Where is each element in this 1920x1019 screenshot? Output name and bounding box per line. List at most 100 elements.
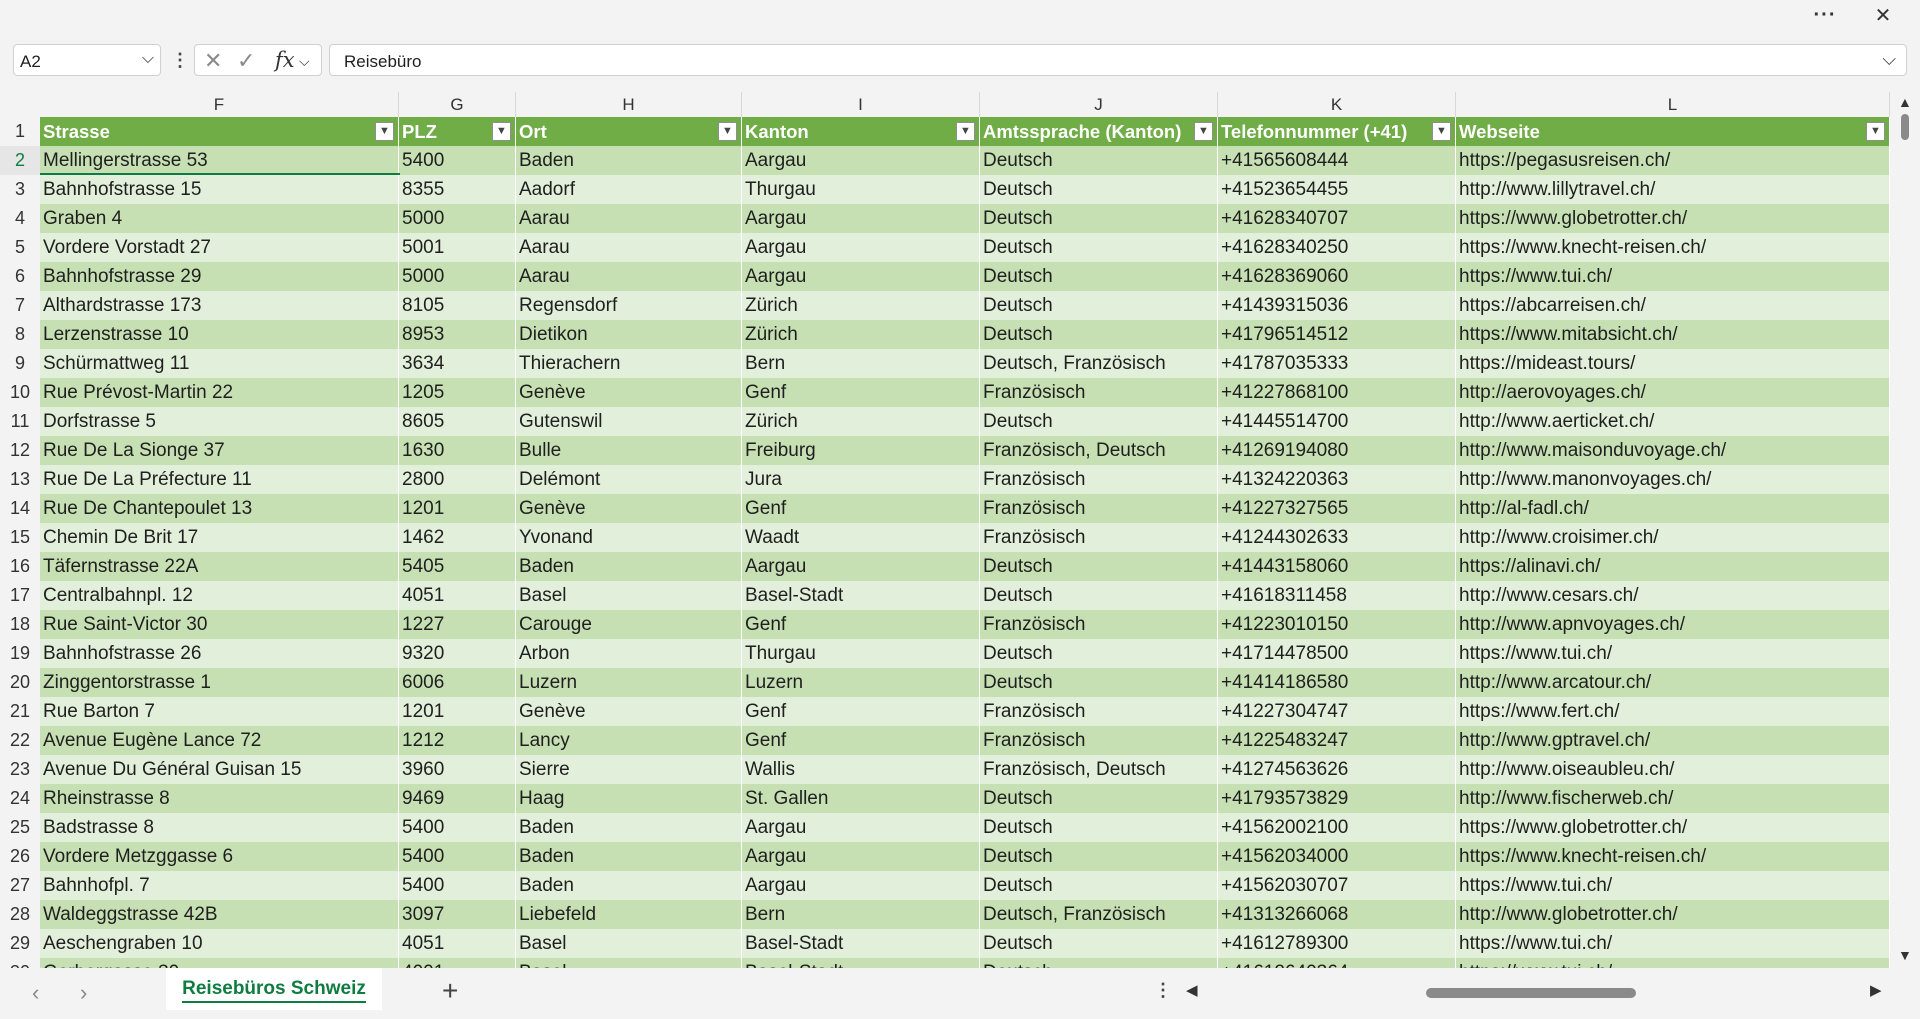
table-cell[interactable]: Deutsch [980,204,1218,233]
table-cell[interactable]: 5400 [399,813,516,842]
table-cell[interactable]: Thierachern [516,349,742,378]
table-cell[interactable]: Bahnhofstrasse 26 [40,639,399,668]
table-cell[interactable]: Basel [516,929,742,958]
table-cell[interactable]: +41793573829 [1218,784,1456,813]
table-cell[interactable]: Zürich [742,407,980,436]
table-cell[interactable]: +41523654455 [1218,175,1456,204]
table-cell[interactable]: Arbon [516,639,742,668]
scroll-up-icon[interactable]: ▲ [1898,94,1912,110]
table-cell[interactable]: http://www.aerticket.ch/ [1456,407,1890,436]
table-cell[interactable]: +41796514512 [1218,320,1456,349]
table-cell[interactable]: 8355 [399,175,516,204]
table-cell[interactable]: https://www.tui.ch/ [1456,929,1890,958]
row-header[interactable]: 29 [0,929,40,958]
table-cell[interactable]: +41445514700 [1218,407,1456,436]
cancel-icon[interactable]: ✕ [204,48,222,74]
table-cell[interactable]: Delémont [516,465,742,494]
table-cell[interactable]: Deutsch [980,175,1218,204]
table-cell[interactable]: 3097 [399,900,516,929]
table-cell[interactable]: Deutsch [980,320,1218,349]
table-cell[interactable]: Centralbahnpl. 12 [40,581,399,610]
table-cell[interactable]: +41227327565 [1218,494,1456,523]
more-options-icon[interactable]: ··· [1802,0,1848,30]
table-cell[interactable]: Bahnhofpl. 7 [40,871,399,900]
table-cell[interactable]: Täfernstrasse 22A [40,552,399,581]
filter-dropdown-icon[interactable]: ▼ [956,122,975,141]
table-cell[interactable]: Deutsch [980,784,1218,813]
table-cell[interactable]: Rue Barton 7 [40,697,399,726]
table-header-cell[interactable]: Strasse ▼ [40,117,399,146]
filter-dropdown-icon[interactable]: ▼ [1866,122,1885,141]
table-cell[interactable]: Basel [516,581,742,610]
table-header-cell[interactable]: Kanton ▼ [742,117,980,146]
table-cell[interactable]: Avenue Eugène Lance 72 [40,726,399,755]
column-header-g[interactable]: G [399,92,516,117]
table-cell[interactable]: Deutsch [980,639,1218,668]
row-header[interactable]: 14 [0,494,40,523]
table-cell[interactable]: +41612789300 [1218,929,1456,958]
vertical-scrollbar[interactable]: ▲ ▼ [1890,92,1920,968]
row-header[interactable]: 17 [0,581,40,610]
table-cell[interactable]: Aeschengraben 10 [40,929,399,958]
row-header[interactable]: 5 [0,233,40,262]
table-cell[interactable]: Baden [516,842,742,871]
table-cell[interactable]: Französisch [980,465,1218,494]
table-cell[interactable]: Bulle [516,436,742,465]
table-cell[interactable]: Deutsch [980,146,1218,175]
table-cell[interactable]: Deutsch [980,233,1218,262]
enter-check-icon[interactable]: ✓ [237,48,255,74]
table-cell[interactable]: Zürich [742,291,980,320]
table-cell[interactable]: +41269194080 [1218,436,1456,465]
table-cell[interactable]: Bern [742,900,980,929]
table-cell[interactable]: https://abcarreisen.ch/ [1456,291,1890,320]
table-cell[interactable]: +41274563626 [1218,755,1456,784]
table-cell[interactable]: Schürmattweg 11 [40,349,399,378]
table-cell[interactable]: Althardstrasse 173 [40,291,399,320]
column-header-h[interactable]: H [516,92,742,117]
table-cell[interactable]: 2800 [399,465,516,494]
table-cell[interactable]: https://www.globetrotter.ch/ [1456,204,1890,233]
table-cell[interactable]: Rue De Chantepoulet 13 [40,494,399,523]
table-cell[interactable]: Deutsch, Französisch [980,900,1218,929]
row-header[interactable]: 28 [0,900,40,929]
table-cell[interactable]: Bern [742,349,980,378]
scroll-down-icon[interactable]: ▼ [1898,947,1912,963]
table-cell[interactable]: http://www.fischerweb.ch/ [1456,784,1890,813]
table-cell[interactable]: Thurgau [742,175,980,204]
table-cell[interactable]: Yvonand [516,523,742,552]
table-cell[interactable]: St. Gallen [742,784,980,813]
table-cell[interactable]: Französisch [980,697,1218,726]
plus-icon[interactable]: + [442,975,458,1007]
table-cell[interactable]: Aargau [742,204,980,233]
table-header-cell[interactable]: Ort ▼ [516,117,742,146]
table-cell[interactable]: 9320 [399,639,516,668]
table-cell[interactable]: Rheinstrasse 8 [40,784,399,813]
table-cell[interactable]: Basel-Stadt [742,958,980,968]
table-cell[interactable]: Luzern [742,668,980,697]
table-cell[interactable]: http://www.maisonduvoyage.ch/ [1456,436,1890,465]
table-cell[interactable]: +41618311458 [1218,581,1456,610]
table-cell[interactable]: Aargau [742,233,980,262]
row-header[interactable]: 24 [0,784,40,813]
table-cell[interactable]: 4051 [399,929,516,958]
table-cell[interactable]: 1227 [399,610,516,639]
filter-dropdown-icon[interactable]: ▼ [1194,122,1213,141]
table-cell[interactable]: Aarau [516,262,742,291]
table-cell[interactable]: Aarau [516,233,742,262]
table-cell[interactable]: +41562034000 [1218,842,1456,871]
table-cell[interactable]: Baden [516,813,742,842]
filter-dropdown-icon[interactable]: ▼ [375,122,394,141]
row-header[interactable]: 20 [0,668,40,697]
table-cell[interactable]: https://www.knecht-reisen.ch/ [1456,233,1890,262]
table-cell[interactable]: Haag [516,784,742,813]
table-cell[interactable]: http://www.oiseaubleu.ch/ [1456,755,1890,784]
scroll-right-icon[interactable]: ▶ [1870,981,1882,999]
table-cell[interactable]: Lerzenstrasse 10 [40,320,399,349]
table-cell[interactable]: Deutsch [980,262,1218,291]
table-cell[interactable]: http://www.gptravel.ch/ [1456,726,1890,755]
table-cell[interactable]: Bahnhofstrasse 15 [40,175,399,204]
row-header[interactable]: 3 [0,175,40,204]
table-cell[interactable]: Dietikon [516,320,742,349]
row-header[interactable]: 21 [0,697,40,726]
table-cell[interactable]: +41787035333 [1218,349,1456,378]
